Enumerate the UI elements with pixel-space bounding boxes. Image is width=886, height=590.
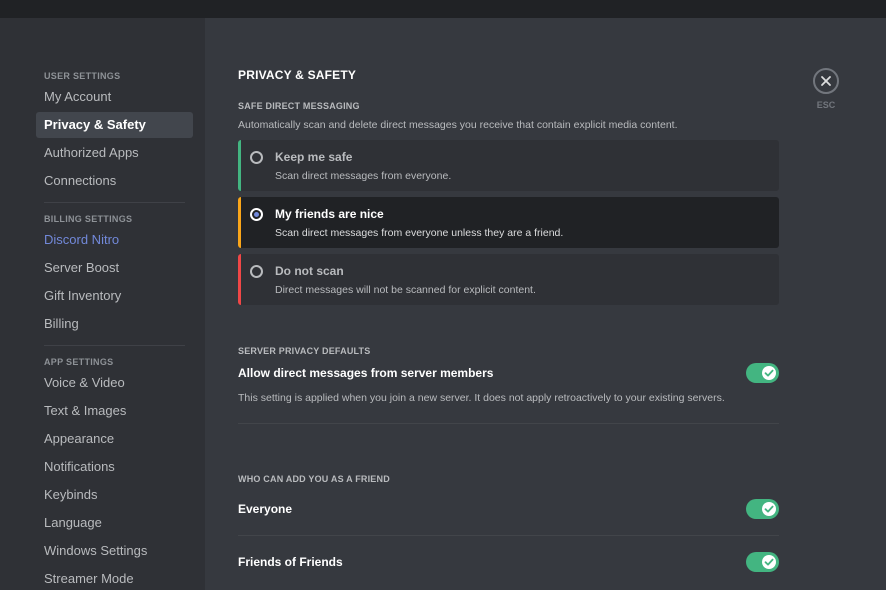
toggle-knob	[762, 366, 776, 380]
sidebar-divider	[44, 345, 185, 346]
sidebar-item-server-boost[interactable]: Server Boost	[36, 255, 193, 281]
settings-sidebar: USER SETTINGS My Account Privacy & Safet…	[0, 18, 205, 590]
toggle-allow-dms[interactable]	[746, 363, 779, 383]
esc-label: ESC	[816, 100, 836, 110]
check-icon	[764, 369, 774, 377]
sidebar-item-discord-nitro[interactable]: Discord Nitro	[36, 227, 193, 253]
radio-option-friends-are-nice[interactable]: My friends are nice Scan direct messages…	[238, 197, 779, 248]
close-icon[interactable]	[813, 68, 839, 94]
toggle-everyone[interactable]	[746, 499, 779, 519]
sidebar-item-privacy-safety[interactable]: Privacy & Safety	[36, 112, 193, 138]
setting-title-friends-of-friends: Friends of Friends	[238, 555, 343, 569]
sidebar-divider	[44, 202, 185, 203]
setting-title-everyone: Everyone	[238, 502, 293, 516]
section-label-friend-requests: WHO CAN ADD YOU AS A FRIEND	[238, 474, 390, 484]
sidebar-item-connections[interactable]: Connections	[36, 168, 193, 194]
check-icon	[764, 505, 774, 513]
settings-content: PRIVACY & SAFETY SAFE DIRECT MESSAGING A…	[238, 18, 779, 590]
sidebar-item-authorized-apps[interactable]: Authorized Apps	[36, 140, 193, 166]
radio-option-title: Keep me safe	[275, 150, 353, 164]
title-bar	[0, 0, 886, 18]
radio-option-title: My friends are nice	[275, 207, 384, 221]
radio-button-selected[interactable]	[250, 208, 263, 221]
sidebar-header-app-settings: APP SETTINGS	[44, 357, 114, 367]
radio-option-description: Direct messages will not be scanned for …	[275, 284, 536, 296]
radio-option-title: Do not scan	[275, 264, 344, 278]
toggle-friends-of-friends[interactable]	[746, 552, 779, 572]
sidebar-item-text-images[interactable]: Text & Images	[36, 398, 193, 424]
sidebar-item-notifications[interactable]: Notifications	[36, 454, 193, 480]
row-divider	[238, 535, 779, 536]
sidebar-header-user-settings: USER SETTINGS	[44, 71, 121, 81]
sidebar-item-billing[interactable]: Billing	[36, 311, 193, 337]
section-label-server-privacy: SERVER PRIVACY DEFAULTS	[238, 346, 371, 356]
close-settings[interactable]: ESC	[811, 68, 841, 110]
sidebar-item-appearance[interactable]: Appearance	[36, 426, 193, 452]
sidebar-header-billing-settings: BILLING SETTINGS	[44, 214, 133, 224]
app-settings-section: APP SETTINGS Voice & Video Text & Images…	[0, 354, 205, 590]
section-label-safe-dm: SAFE DIRECT MESSAGING	[238, 101, 360, 111]
sidebar-item-windows-settings[interactable]: Windows Settings	[36, 538, 193, 564]
check-icon	[764, 558, 774, 566]
setting-title-allow-dms: Allow direct messages from server member…	[238, 366, 494, 380]
section-description-safe-dm: Automatically scan and delete direct mes…	[238, 119, 678, 131]
radio-button[interactable]	[250, 265, 263, 278]
sidebar-item-language[interactable]: Language	[36, 510, 193, 536]
setting-description-allow-dms: This setting is applied when you join a …	[238, 392, 725, 404]
radio-option-description: Scan direct messages from everyone.	[275, 170, 452, 182]
option-color-bar	[238, 140, 241, 191]
sidebar-item-streamer-mode[interactable]: Streamer Mode	[36, 566, 193, 590]
radio-option-description: Scan direct messages from everyone unles…	[275, 227, 564, 239]
toggle-knob	[762, 502, 776, 516]
sidebar-item-gift-inventory[interactable]: Gift Inventory	[36, 283, 193, 309]
sidebar-item-voice-video[interactable]: Voice & Video	[36, 370, 193, 396]
billing-settings-section: BILLING SETTINGS Discord Nitro Server Bo…	[0, 211, 205, 346]
radio-option-keep-me-safe[interactable]: Keep me safe Scan direct messages from e…	[238, 140, 779, 191]
radio-option-do-not-scan[interactable]: Do not scan Direct messages will not be …	[238, 254, 779, 305]
user-settings-section: USER SETTINGS My Account Privacy & Safet…	[0, 68, 205, 203]
option-color-bar	[238, 254, 241, 305]
option-color-bar	[238, 197, 241, 248]
radio-button[interactable]	[250, 151, 263, 164]
sidebar-item-keybinds[interactable]: Keybinds	[36, 482, 193, 508]
page-title: PRIVACY & SAFETY	[238, 68, 357, 82]
toggle-knob	[762, 555, 776, 569]
section-divider	[238, 423, 779, 424]
sidebar-item-my-account[interactable]: My Account	[36, 84, 193, 110]
